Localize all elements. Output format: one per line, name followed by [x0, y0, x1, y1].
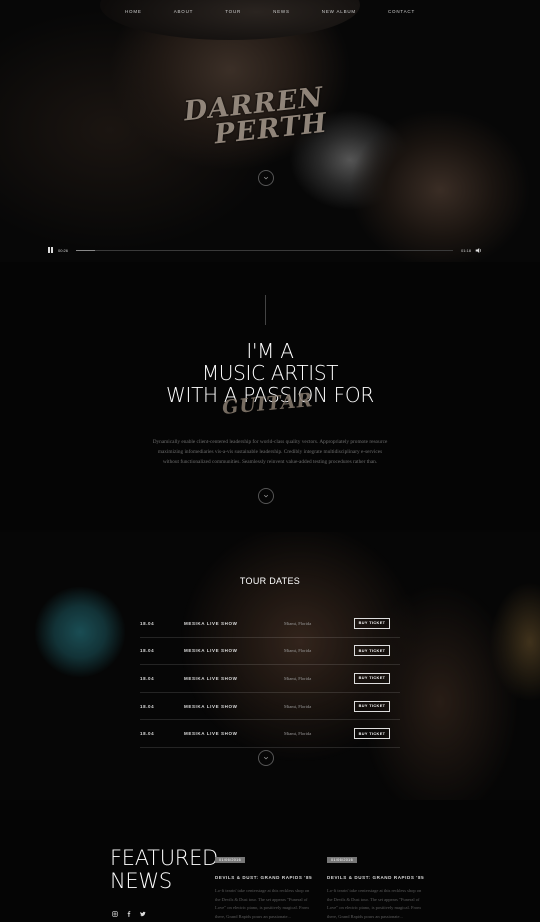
nav-new-album[interactable]: New Album: [306, 9, 372, 14]
news-section: FEATURED NEWS 01/06/2016 DEVILS & DUST: …: [0, 800, 540, 920]
tour-city: Miami, Florida: [284, 675, 312, 681]
scroll-down-button[interactable]: [258, 170, 274, 186]
twitter-icon[interactable]: [140, 904, 146, 917]
tour-date: 18.04: [140, 648, 155, 654]
chevron-down-icon: [263, 756, 269, 760]
news-excerpt: Lo-fi tearin' take centerstage at this r…: [215, 888, 310, 919]
nav-about[interactable]: About: [158, 9, 210, 14]
facebook-icon[interactable]: [126, 904, 132, 917]
about-scroll-button[interactable]: [258, 488, 274, 504]
news-excerpt: Lo-fi tearin' take centerstage at this r…: [327, 888, 422, 919]
buy-ticket-button[interactable]: BUY TICKET: [354, 700, 390, 712]
headline-line-2: MUSIC ARTIST: [201, 361, 339, 385]
nav-home[interactable]: Home: [109, 9, 158, 14]
nav-news[interactable]: News: [257, 9, 306, 14]
tour-date: 18.04: [140, 675, 155, 681]
chevron-down-icon: [263, 494, 269, 498]
news-title[interactable]: DEVILS & DUST: GRAND RAPIDS '85: [327, 875, 427, 880]
tour-city: Miami, Florida: [284, 703, 312, 709]
news-date-badge: 01/06/2016: [327, 857, 358, 863]
nav-tour[interactable]: Tour: [209, 9, 257, 14]
pause-icon[interactable]: [48, 247, 54, 253]
headline-line-1: I'M A: [246, 339, 294, 363]
chevron-down-icon: [263, 176, 269, 180]
tour-date: 18.04: [140, 703, 155, 709]
tour-row: 18.04 MESIKA LIVE SHOW Miami, Florida BU…: [140, 638, 400, 666]
tour-city: Miami, Florida: [284, 731, 312, 737]
tour-venue: MESIKA LIVE SHOW: [184, 731, 238, 737]
nav-contact[interactable]: Contact: [372, 9, 431, 14]
buy-ticket-button[interactable]: BUY TICKET: [354, 728, 390, 740]
player-elapsed: 00:26: [58, 247, 69, 253]
tour-dates-list: 18.04 MESIKA LIVE SHOW Miami, Florida BU…: [140, 610, 400, 748]
about-bio: Dynamically enable client-centered leade…: [152, 439, 388, 465]
tour-row: 18.04 MESIKA LIVE SHOW Miami, Florida BU…: [140, 693, 400, 721]
news-title[interactable]: DEVILS & DUST: GRAND RAPIDS '85: [215, 875, 315, 880]
news-date-badge: 01/06/2016: [215, 857, 246, 863]
news-card[interactable]: 01/06/2016 DEVILS & DUST: GRAND RAPIDS '…: [327, 848, 427, 921]
volume-icon[interactable]: [475, 247, 482, 254]
tour-venue: MESIKA LIVE SHOW: [184, 703, 238, 709]
news-heading-line-2: NEWS: [110, 869, 172, 893]
news-heading-line-1: FEATURED: [110, 846, 218, 870]
tour-date: 18.04: [140, 731, 155, 737]
tour-city: Miami, Florida: [284, 620, 312, 626]
buy-ticket-button[interactable]: BUY TICKET: [354, 645, 390, 657]
audio-player: 00:26 01:18: [48, 246, 482, 254]
player-duration: 01:18: [460, 247, 471, 253]
buy-ticket-button[interactable]: BUY TICKET: [354, 672, 390, 684]
tour-section: TOUR DATES 18.04 MESIKA LIVE SHOW Miami,…: [0, 532, 540, 800]
news-card[interactable]: 01/06/2016 DEVILS & DUST: GRAND RAPIDS '…: [215, 848, 315, 921]
tour-date: 18.04: [140, 620, 155, 626]
main-nav: Home About Tour News New Album Contact: [0, 9, 540, 14]
tour-city: Miami, Florida: [284, 648, 312, 654]
tour-venue: MESIKA LIVE SHOW: [184, 648, 238, 654]
artist-logo: DARREN PERTH: [182, 82, 329, 152]
tour-title: TOUR DATES: [239, 576, 301, 586]
social-links: [112, 904, 146, 917]
instagram-icon[interactable]: [112, 904, 118, 917]
player-progress: [76, 249, 95, 251]
hero-section: Home About Tour News New Album Contact D…: [0, 0, 540, 262]
tour-row: 18.04 MESIKA LIVE SHOW Miami, Florida BU…: [140, 665, 400, 693]
tour-venue: MESIKA LIVE SHOW: [184, 620, 238, 626]
news-heading: FEATURED NEWS: [110, 847, 218, 893]
hero-photo-hat: [100, 0, 360, 40]
section-divider-line: [265, 295, 266, 325]
player-seek-bar[interactable]: [76, 249, 453, 251]
tour-scroll-button[interactable]: [258, 750, 274, 766]
tour-row: 18.04 MESIKA LIVE SHOW Miami, Florida BU…: [140, 610, 400, 638]
tour-row: 18.04 MESIKA LIVE SHOW Miami, Florida BU…: [140, 720, 400, 748]
buy-ticket-button[interactable]: BUY TICKET: [354, 617, 390, 629]
tour-venue: MESIKA LIVE SHOW: [184, 675, 238, 681]
